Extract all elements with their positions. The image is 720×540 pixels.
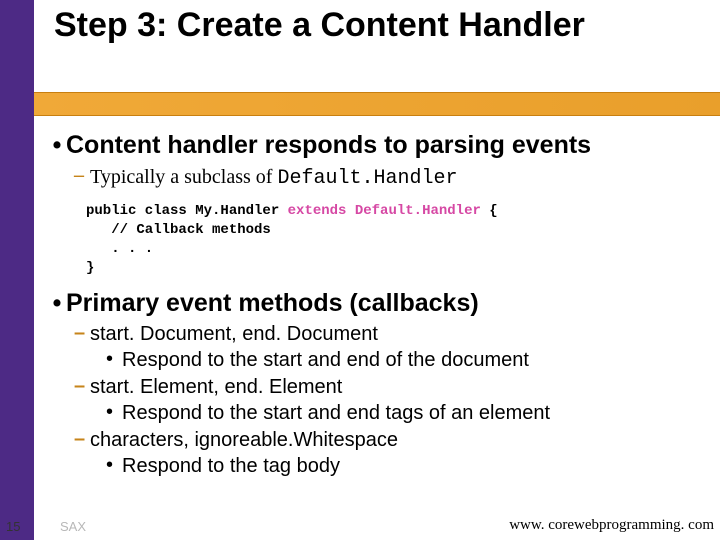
- bullet-2-sub-3: – characters, ignoreable.Whitespace: [74, 428, 708, 453]
- bullet-1-sub-1: – Typically a subclass of Default.Handle…: [74, 164, 708, 192]
- gold-divider: [34, 92, 720, 116]
- bullet-2-sub-3-desc: Respond to the tag body: [122, 454, 708, 479]
- code-l1b: extends Default.Handler: [288, 203, 481, 219]
- code-l3: . . .: [86, 241, 153, 257]
- bullet-2-sub-1-label: start. Document, end. Document: [90, 322, 708, 347]
- bullet-2-sub-2: – start. Element, end. Element: [74, 375, 708, 400]
- code-l2: // Callback methods: [86, 222, 271, 238]
- slide-content: • Content handler responds to parsing ev…: [34, 118, 712, 479]
- bullet-2-sub-1-desc-row: • Respond to the start and end of the do…: [106, 348, 708, 373]
- code-l4: }: [86, 260, 94, 276]
- bullet-2-text: Primary event methods (callbacks): [66, 288, 708, 318]
- bullet-2-sub-1: – start. Document, end. Document: [74, 322, 708, 347]
- footer-label: SAX: [60, 519, 86, 534]
- sidebar-accent: [0, 0, 34, 540]
- bullet-2-sub-2-desc-row: • Respond to the start and end tags of a…: [106, 401, 708, 426]
- code-l1c: {: [481, 203, 498, 219]
- bullet-2-sub-3-desc-row: • Respond to the tag body: [106, 454, 708, 479]
- bullet-2-sub-2-desc: Respond to the start and end tags of an …: [122, 401, 708, 426]
- bullet-dot: •: [48, 288, 66, 318]
- dash-icon: –: [74, 375, 90, 398]
- slide-title: Step 3: Create a Content Handler: [54, 6, 720, 45]
- bullet-dot-small: •: [106, 348, 122, 371]
- bullet-2: • Primary event methods (callbacks): [48, 288, 708, 318]
- sub-mono: Default.Handler: [277, 167, 457, 190]
- code-l1a: public class My.Handler: [86, 203, 288, 219]
- dash-icon: –: [74, 164, 90, 187]
- bullet-2-sub-2-label: start. Element, end. Element: [90, 375, 708, 400]
- title-band: Step 3: Create a Content Handler: [34, 0, 720, 49]
- bullet-1-sub-1-text: Typically a subclass of Default.Handler: [90, 164, 708, 192]
- dash-icon: –: [74, 322, 90, 345]
- footer-url: www. corewebprogramming. com: [509, 517, 714, 534]
- bullet-2-sub-3-label: characters, ignoreable.Whitespace: [90, 428, 708, 453]
- code-block: public class My.Handler extends Default.…: [86, 202, 708, 278]
- bullet-2-sub-1-desc: Respond to the start and end of the docu…: [122, 348, 708, 373]
- page-number: 15: [6, 519, 20, 534]
- bullet-dot-small: •: [106, 401, 122, 424]
- bullet-dot: •: [48, 130, 66, 160]
- bullet-dot-small: •: [106, 454, 122, 477]
- sub-prefix: Typically a subclass of: [90, 166, 277, 188]
- bullet-1: • Content handler responds to parsing ev…: [48, 130, 708, 160]
- footer: 15 SAX www. corewebprogramming. com: [0, 514, 720, 536]
- dash-icon: –: [74, 428, 90, 451]
- bullet-1-text: Content handler responds to parsing even…: [66, 130, 708, 160]
